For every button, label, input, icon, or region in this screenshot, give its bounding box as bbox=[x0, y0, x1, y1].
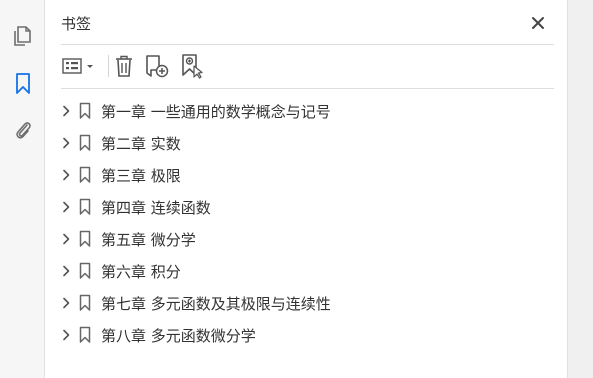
scrollbar[interactable] bbox=[567, 0, 593, 378]
new-bookmark-icon bbox=[146, 55, 169, 78]
bookmark-label: 第六章 积分 bbox=[101, 262, 181, 281]
paperclip-icon bbox=[16, 122, 31, 139]
toolbar-separator bbox=[108, 55, 109, 77]
chevron-right-icon[interactable] bbox=[59, 129, 73, 157]
bookmark-row[interactable]: 第四章 连续函数 bbox=[59, 193, 539, 221]
caret-down-icon bbox=[86, 65, 93, 68]
options-list-icon bbox=[61, 58, 82, 74]
bookmark-label: 第七章 多元函数及其极限与连续性 bbox=[101, 294, 331, 313]
bookmark-label: 第二章 实数 bbox=[101, 134, 181, 153]
bookmark-label: 第四章 连续函数 bbox=[101, 198, 211, 217]
delete-bookmark-button[interactable] bbox=[111, 52, 137, 80]
bookmark-active-icon bbox=[16, 73, 30, 94]
bookmarks-button[interactable] bbox=[9, 70, 37, 98]
chevron-right-icon[interactable] bbox=[59, 161, 73, 189]
new-bookmark-button[interactable] bbox=[143, 52, 171, 80]
toolbar-divider bbox=[61, 88, 554, 89]
bookmark-icon bbox=[77, 321, 93, 349]
bookmark-icon bbox=[77, 225, 93, 253]
bookmark-icon bbox=[77, 97, 93, 125]
panel-title: 书签 bbox=[61, 15, 92, 33]
header-divider bbox=[61, 44, 554, 45]
bookmark-icon bbox=[77, 289, 93, 317]
bookmark-row[interactable]: 第一章 一些通用的数学概念与记号 bbox=[59, 97, 539, 125]
page-thumbnails-button[interactable] bbox=[9, 22, 37, 50]
bookmark-label: 第五章 微分学 bbox=[101, 230, 196, 249]
bookmark-row[interactable]: 第五章 微分学 bbox=[59, 225, 539, 253]
bookmark-label: 第八章 多元函数微分学 bbox=[101, 326, 256, 345]
bookmark-icon bbox=[77, 129, 93, 157]
chevron-right-icon[interactable] bbox=[59, 289, 73, 317]
page-thumbnails-icon bbox=[14, 26, 31, 46]
navigation-rail bbox=[0, 0, 45, 378]
bookmark-search-icon bbox=[182, 54, 203, 79]
bookmark-icon bbox=[77, 161, 93, 189]
bookmark-label: 第一章 一些通用的数学概念与记号 bbox=[101, 102, 331, 121]
bookmark-row[interactable]: 第三章 极限 bbox=[59, 161, 539, 189]
bookmarks-panel: 书签 第一章 一些通用的数学概念与记号 第二章 实数 第三章 极限 第四章 连续… bbox=[45, 0, 567, 378]
chevron-right-icon[interactable] bbox=[59, 225, 73, 253]
chevron-right-icon[interactable] bbox=[59, 193, 73, 221]
bookmark-icon bbox=[77, 193, 93, 221]
bookmark-label: 第三章 极限 bbox=[101, 166, 181, 185]
chevron-right-icon[interactable] bbox=[59, 321, 73, 349]
trash-icon bbox=[116, 55, 132, 77]
chevron-right-icon[interactable] bbox=[59, 97, 73, 125]
attachments-button[interactable] bbox=[9, 116, 37, 144]
close-panel-button[interactable] bbox=[527, 12, 549, 34]
options-menu-button[interactable] bbox=[59, 52, 97, 80]
bookmark-row[interactable]: 第二章 实数 bbox=[59, 129, 539, 157]
bookmark-row[interactable]: 第七章 多元函数及其极限与连续性 bbox=[59, 289, 539, 317]
bookmark-row[interactable]: 第六章 积分 bbox=[59, 257, 539, 285]
bookmark-row[interactable]: 第八章 多元函数微分学 bbox=[59, 321, 539, 349]
chevron-right-icon[interactable] bbox=[59, 257, 73, 285]
bookmark-from-selection-button[interactable] bbox=[178, 52, 206, 80]
bookmark-icon bbox=[77, 257, 93, 285]
close-icon bbox=[532, 17, 544, 29]
